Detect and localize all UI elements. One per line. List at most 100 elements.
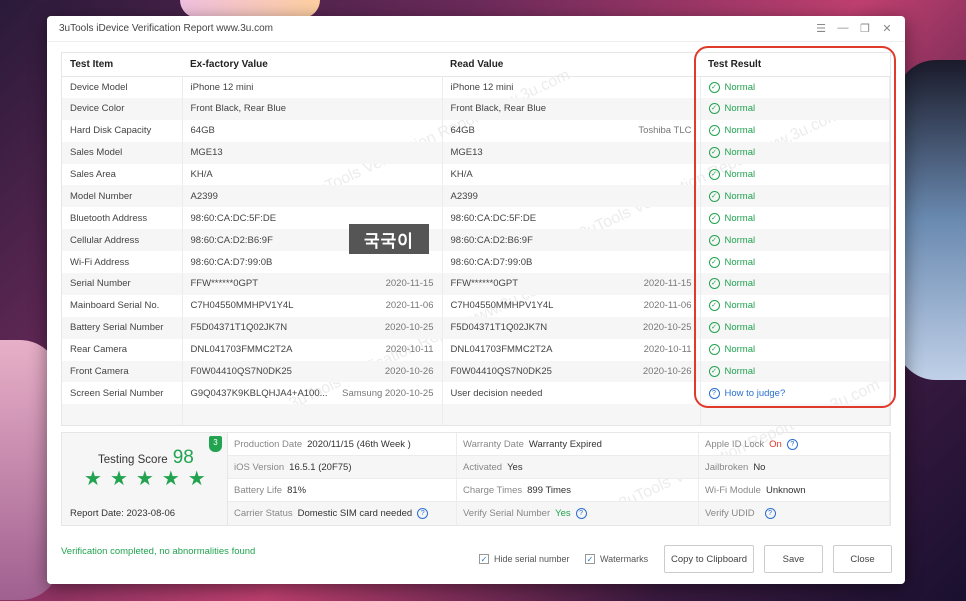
hide-serial-checkbox[interactable]: ✓ Hide serial number bbox=[479, 554, 570, 564]
info-label: Activated bbox=[463, 461, 503, 473]
read-value: User decision needed bbox=[450, 387, 543, 399]
watermarks-checkbox[interactable]: ✓ Watermarks bbox=[585, 554, 648, 564]
factory-value-cell: C7H04550MMHPV1Y4L 2020-11-06 bbox=[182, 294, 443, 317]
help-icon[interactable]: ? bbox=[786, 438, 798, 450]
info-cell: Wi-Fi Module Unknown bbox=[699, 479, 890, 502]
info-cell: Jailbroken No bbox=[699, 456, 890, 479]
table-row: Serial Number FFW******0GPT 2020-11-15 FFW*… bbox=[62, 273, 890, 295]
read-note: 2020-11-15 bbox=[643, 278, 692, 290]
test-item-cell: Model Number bbox=[62, 185, 183, 208]
factory-value: iPhone 12 mini bbox=[190, 81, 254, 93]
test-result-cell: ✓ Normal bbox=[700, 97, 890, 120]
table-row: Sales Model MGE13 MGE13 ✓ Normal bbox=[62, 141, 890, 164]
read-value: KH/A bbox=[450, 169, 473, 180]
read-value-cell: iPhone 12 mini bbox=[442, 76, 701, 98]
read-value-cell: Front Black, Rear Blue bbox=[442, 97, 701, 120]
info-value: No bbox=[753, 461, 766, 473]
close-button[interactable]: Close bbox=[833, 545, 892, 573]
test-result-cell: ✓ Normal bbox=[700, 251, 890, 274]
star-icon: ★ bbox=[84, 468, 102, 490]
star-icon: ★ bbox=[109, 468, 128, 490]
help-icon[interactable]: ? bbox=[575, 508, 587, 519]
test-result-cell: ✓ Normal bbox=[700, 294, 890, 317]
col-header-test-item: Test Item bbox=[62, 53, 182, 77]
test-result-cell: ✓ Normal bbox=[700, 360, 890, 383]
help-icon[interactable]: ? bbox=[417, 508, 429, 519]
col-header-factory-value: Ex-factory Value bbox=[182, 53, 442, 77]
verification-table: Test Item Ex-factory Value Read Value Te… bbox=[61, 52, 891, 426]
testing-score: Testing Score 98 bbox=[98, 447, 194, 469]
factory-value-cell: FFW******0GPT 2020-11-15 bbox=[182, 273, 443, 295]
table-row: Rear Camera DNL041703FMMC2T2A 2020-10-11 DN… bbox=[62, 338, 890, 361]
window-controls: ☰ — ❐ ✕ bbox=[815, 22, 893, 35]
help-icon[interactable]: ? bbox=[764, 508, 776, 519]
read-value-cell: FFW******0GPT 2020-11-15 bbox=[442, 273, 701, 295]
close-icon[interactable]: ✕ bbox=[881, 22, 893, 35]
read-value: 98:60:CA:D7:99:0B bbox=[450, 256, 533, 268]
info-value: 81% bbox=[287, 484, 307, 496]
result-text: Normal bbox=[724, 81, 756, 93]
info-value: Yes bbox=[507, 461, 523, 473]
table-row: Model Number A2399 A2399 ✓ Normal bbox=[62, 185, 890, 208]
test-item-cell: Device Color bbox=[62, 97, 183, 120]
read-value: Front Black, Rear Blue bbox=[450, 103, 547, 115]
info-label: Verify Serial Number bbox=[463, 508, 551, 519]
info-label: Jailbroken bbox=[705, 461, 749, 473]
check-circle-icon: ✓ bbox=[708, 322, 720, 334]
info-value: 16.5.1 (20F75) bbox=[289, 461, 352, 473]
factory-value: Front Black, Rear Blue bbox=[190, 103, 287, 115]
menu-icon[interactable]: ☰ bbox=[815, 22, 827, 35]
read-value: FFW******0GPT bbox=[450, 278, 519, 290]
read-value: F5D04371T1Q02JK7N bbox=[450, 322, 548, 334]
read-value: 64GB bbox=[450, 125, 475, 137]
result-text: Normal bbox=[724, 344, 756, 356]
info-cell: Charge Times 899 Times bbox=[457, 479, 699, 502]
checkbox-checked-icon[interactable]: ✓ bbox=[585, 554, 595, 564]
test-item-cell: Rear Camera bbox=[62, 338, 183, 361]
read-value: 98:60:CA:DC:5F:DE bbox=[450, 212, 537, 224]
read-note: 2020-10-26 bbox=[642, 366, 692, 378]
factory-value: 64GB bbox=[190, 125, 215, 137]
test-result-cell: ✓ Normal bbox=[700, 316, 890, 339]
check-circle-icon: ✓ bbox=[708, 81, 720, 93]
table-row: Screen Serial Number G9Q0437K9KBLQHJA4+A1… bbox=[62, 382, 890, 405]
check-circle-icon: ✓ bbox=[708, 169, 720, 180]
factory-value-cell: KH/A bbox=[182, 163, 443, 186]
test-result-cell[interactable]: ? How to judge? bbox=[700, 382, 890, 405]
table-row: Device Color Front Black, Rear Blue Front … bbox=[62, 97, 890, 120]
test-result-cell: ✓ Normal bbox=[700, 76, 890, 98]
info-value: Warranty Expired bbox=[528, 438, 602, 450]
info-value: 2020/11/15 (46th Week ) bbox=[307, 438, 411, 450]
result-text: Normal bbox=[724, 147, 756, 159]
score-box: Testing Score 98 3 ★ ★ ★ ★ ★ Report Date: 20… bbox=[62, 433, 228, 525]
checkbox-checked-icon[interactable]: ✓ bbox=[479, 554, 489, 564]
result-text: Normal bbox=[724, 322, 756, 334]
test-item-cell: Bluetooth Address bbox=[62, 207, 183, 230]
test-result-cell: ✓ Normal bbox=[700, 163, 890, 186]
how-to-judge-link[interactable]: ? How to judge? bbox=[708, 387, 889, 399]
test-item-cell: Wi-Fi Address bbox=[62, 251, 183, 274]
info-cell: Activated Yes bbox=[457, 456, 699, 479]
factory-note: 2020-10-26 bbox=[384, 366, 434, 378]
restore-icon[interactable]: ❐ bbox=[859, 22, 871, 35]
save-button[interactable]: Save bbox=[764, 545, 823, 573]
info-cell: Verify Serial Number Yes? bbox=[457, 502, 699, 525]
read-value: iPhone 12 mini bbox=[450, 81, 514, 93]
rating-stars: ★ ★ ★ ★ ★ bbox=[84, 469, 206, 489]
info-cell: Warranty Date Warranty Expired bbox=[457, 433, 699, 456]
info-cell: Apple ID Lock On? bbox=[699, 433, 890, 456]
info-label: Apple ID Lock bbox=[705, 438, 765, 450]
minimize-icon[interactable]: — bbox=[837, 22, 849, 35]
read-value-cell: KH/A bbox=[442, 163, 701, 186]
factory-value-cell: A2399 bbox=[182, 185, 443, 208]
read-value-cell: User decision needed bbox=[442, 382, 701, 405]
factory-value-cell: Front Black, Rear Blue bbox=[182, 97, 443, 120]
factory-value-cell: F5D04371T1Q02JK7N 2020-10-25 bbox=[182, 316, 443, 339]
read-value-cell: F0W04410QS7N0DK25 2020-10-26 bbox=[442, 360, 701, 383]
factory-value: F0W04410QS7N0DK25 bbox=[190, 366, 292, 378]
factory-value: G9Q0437K9KBLQHJA4+A100... bbox=[190, 387, 328, 399]
test-result-cell: ✓ Normal bbox=[700, 207, 890, 230]
read-value: DNL041703FMMC2T2A bbox=[450, 344, 553, 356]
factory-note: 2020-11-06 bbox=[385, 300, 434, 312]
copy-to-clipboard-button[interactable]: Copy to Clipboard bbox=[664, 545, 754, 573]
